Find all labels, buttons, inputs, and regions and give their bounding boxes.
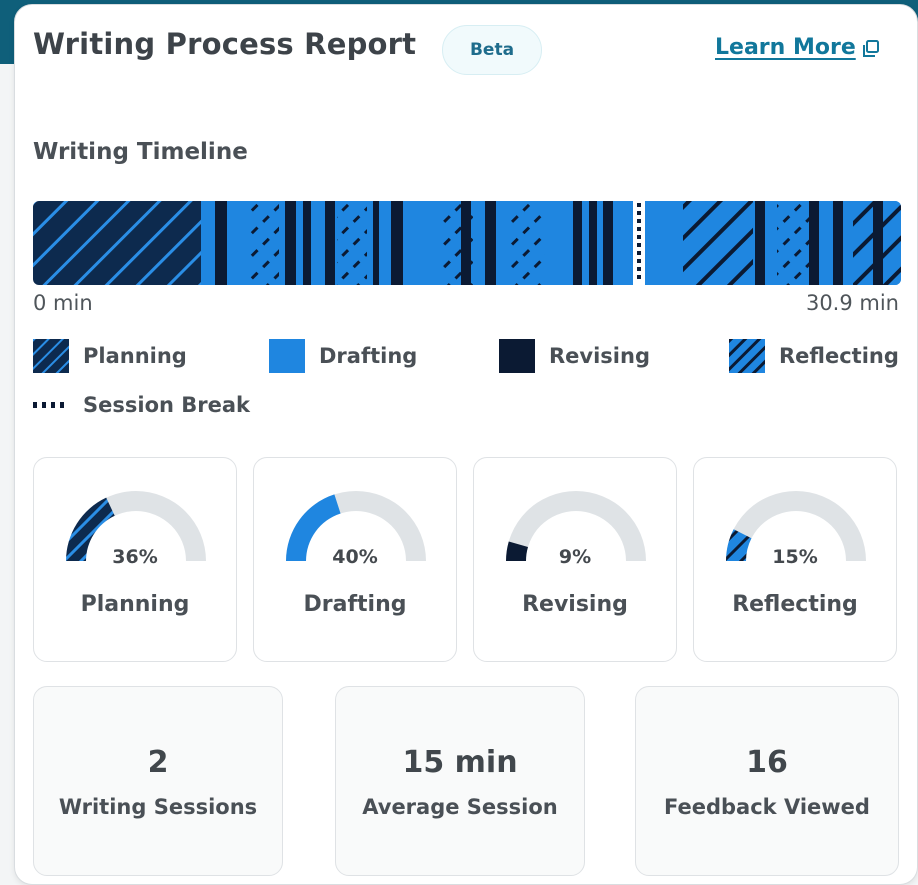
stat-percent: 15% bbox=[772, 546, 818, 568]
timeline-end-label: 30.9 min bbox=[805, 291, 899, 315]
summary-value: 16 bbox=[746, 745, 788, 780]
summary-label: Average Session bbox=[362, 795, 558, 819]
stat-label: Drafting bbox=[303, 592, 407, 617]
legend-drafting-label: Drafting bbox=[319, 344, 418, 368]
stat-card-reflecting: 15% Reflecting bbox=[693, 457, 897, 662]
summary-label: Feedback Viewed bbox=[664, 795, 870, 819]
legend-reflecting: Reflecting bbox=[729, 339, 899, 373]
timeline-start-label: 0 min bbox=[33, 291, 93, 315]
summary-label: Writing Sessions bbox=[58, 795, 258, 819]
page-title: Writing Process Report bbox=[33, 27, 417, 61]
writing-process-report-card: Writing Process Report Beta Learn More W… bbox=[14, 4, 918, 885]
summary-card-average-session: 15 min Average Session bbox=[335, 686, 585, 876]
legend-reflecting-label: Reflecting bbox=[779, 344, 899, 368]
summary-card-feedback-viewed: 16 Feedback Viewed bbox=[635, 686, 899, 876]
drafting-swatch-icon bbox=[269, 339, 305, 373]
stat-card-planning: 36% Planning bbox=[33, 457, 237, 662]
writing-timeline-bar bbox=[33, 201, 901, 285]
summary-value: 15 min bbox=[402, 745, 518, 780]
legend-revising: Revising bbox=[499, 339, 650, 373]
revising-swatch-icon bbox=[499, 339, 535, 373]
timeline-segment-revising bbox=[215, 201, 227, 285]
stat-label: Planning bbox=[80, 592, 190, 617]
external-link-icon bbox=[862, 39, 879, 57]
summary-value: 2 bbox=[147, 745, 169, 780]
timeline-segment-reflecting bbox=[683, 201, 753, 285]
stat-label: Revising bbox=[522, 592, 628, 617]
stat-card-drafting: 40% Drafting bbox=[253, 457, 457, 662]
timeline-segment-planning bbox=[33, 201, 201, 285]
stat-percent: 40% bbox=[332, 546, 378, 568]
legend-drafting: Drafting bbox=[269, 339, 417, 373]
session-break-swatch-icon bbox=[33, 402, 64, 408]
stat-percent: 36% bbox=[112, 546, 158, 568]
learn-more-label: Learn More bbox=[715, 35, 856, 60]
legend-session-break: Session Break bbox=[33, 393, 250, 417]
planning-swatch-icon bbox=[33, 339, 69, 373]
learn-more-link[interactable]: Learn More bbox=[715, 35, 881, 60]
stat-label: Reflecting bbox=[732, 592, 858, 617]
legend-planning: Planning bbox=[33, 339, 187, 373]
stat-percent: 9% bbox=[558, 546, 592, 568]
summary-card-writing-sessions: 2 Writing Sessions bbox=[33, 686, 283, 876]
beta-badge: Beta bbox=[442, 25, 542, 75]
timeline-title: Writing Timeline bbox=[33, 139, 248, 165]
legend-revising-label: Revising bbox=[549, 344, 650, 368]
legend-session-break-label: Session Break bbox=[83, 393, 250, 417]
reflecting-swatch-icon bbox=[729, 339, 765, 373]
stat-card-revising: 9% Revising bbox=[473, 457, 677, 662]
legend-planning-label: Planning bbox=[83, 344, 187, 368]
